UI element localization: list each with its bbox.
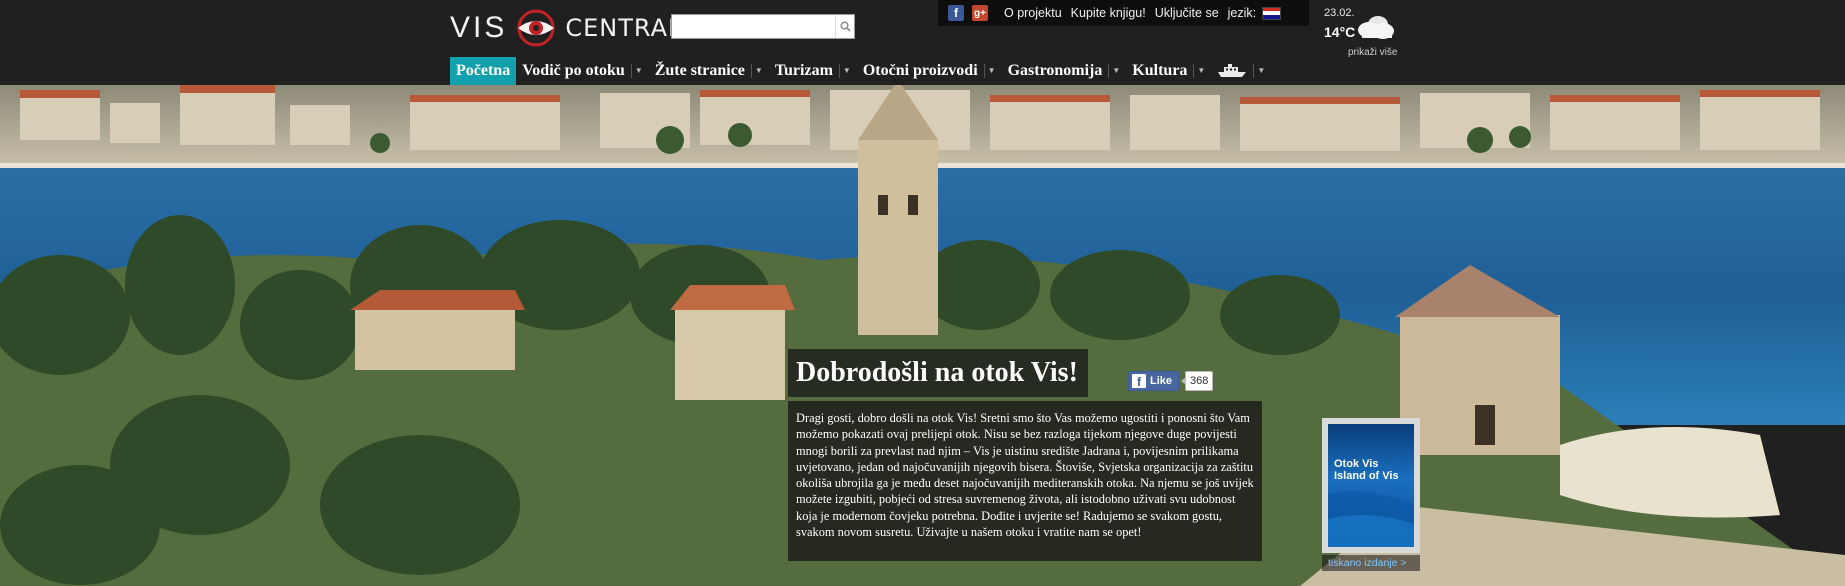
logo-text-vis: VIS (450, 11, 508, 44)
nav-item-culture[interactable]: Kultura ▼ (1126, 57, 1211, 85)
hero-banner: Dobrodošli na otok Vis! f Like 368 Dragi… (0, 85, 1845, 586)
link-get-involved[interactable]: Uključite se (1155, 6, 1219, 20)
weather-widget: 23.02. 14°C prikaži više (1318, 4, 1398, 60)
book-cover-art (1328, 490, 1414, 547)
nav-item-tourism[interactable]: Turizam ▼ (769, 57, 857, 85)
chevron-down-icon[interactable]: ▼ (750, 64, 763, 78)
welcome-title-box: Dobrodošli na otok Vis! (788, 349, 1088, 397)
chevron-down-icon[interactable]: ▼ (983, 64, 996, 78)
weather-date: 23.02. (1324, 7, 1355, 19)
language-label: jezik: (1227, 6, 1257, 20)
link-buy-book[interactable]: Kupite knjigu! (1071, 6, 1146, 20)
croatian-flag-icon[interactable] (1262, 6, 1282, 20)
facebook-like-button[interactable]: f Like (1128, 371, 1180, 391)
search-box (671, 14, 855, 39)
nav-item-label: Turizam (774, 62, 833, 79)
chevron-down-icon[interactable]: ▼ (1108, 64, 1120, 78)
nav-item-gastronomy[interactable]: Gastronomija ▼ (1002, 57, 1127, 85)
ferry-icon (1218, 64, 1247, 77)
chevron-down-icon[interactable]: ▼ (1253, 64, 1265, 78)
site-header: VIS CENTRAL f g+ O projektu Kupite knjig… (0, 0, 1845, 85)
eye-logo-icon (517, 9, 555, 47)
welcome-title: Dobrodošli na otok Vis! (796, 357, 1078, 388)
book-title-line-1: Otok Vis (1334, 458, 1379, 470)
book-cover-title: Otok Vis Island of Vis (1334, 458, 1399, 482)
link-about-project[interactable]: O projektu (1004, 6, 1062, 20)
welcome-paragraph: Dragi gosti, dobro došli na otok Vis! Sr… (796, 411, 1254, 540)
facebook-icon: f (1132, 374, 1146, 388)
nav-item-home[interactable]: Početna (450, 57, 517, 85)
nav-item-label: Otočni proizvodi (862, 62, 978, 79)
welcome-text-box: Dragi gosti, dobro došli na otok Vis! Sr… (788, 401, 1262, 561)
facebook-icon[interactable]: f (948, 5, 964, 21)
print-edition-link[interactable]: tiskano izdanje > (1322, 555, 1420, 571)
facebook-like-widget: f Like 368 (1128, 371, 1214, 391)
google-plus-icon[interactable]: g+ (972, 5, 988, 21)
weather-temperature: 14°C (1324, 24, 1356, 40)
search-button[interactable] (835, 15, 854, 38)
book-title-line-2: Island of Vis (1334, 470, 1399, 482)
weather-show-more-link[interactable]: prikaži više (1348, 47, 1397, 58)
search-icon (840, 21, 851, 32)
main-navigation: Početna Vodič po otoku ▼ Žute stranice ▼… (450, 57, 1271, 85)
top-utility-bar: f g+ O projektu Kupite knjigu! Uključite… (938, 0, 1309, 26)
nav-item-label: Kultura (1132, 62, 1188, 79)
cloud-icon (1358, 16, 1394, 39)
like-count: 368 (1180, 371, 1214, 391)
book-cover: Otok Vis Island of Vis (1328, 424, 1414, 547)
nav-item-label: Vodič po otoku (522, 62, 625, 79)
nav-item-yellow-pages[interactable]: Žute stranice ▼ (649, 57, 769, 85)
site-logo[interactable]: VIS CENTRAL (450, 8, 682, 48)
like-label: Like (1150, 375, 1173, 387)
chevron-down-icon[interactable]: ▼ (1193, 64, 1205, 78)
nav-item-label: Žute stranice (654, 62, 745, 79)
nav-item-island-products[interactable]: Otočni proizvodi ▼ (857, 57, 1002, 85)
logo-text-central: CENTRAL (565, 14, 683, 42)
book-thumbnail[interactable]: Otok Vis Island of Vis (1322, 418, 1420, 553)
chevron-down-icon[interactable]: ▼ (630, 64, 643, 78)
nav-item-label: Gastronomija (1007, 62, 1103, 79)
nav-item-island-guide[interactable]: Vodič po otoku ▼ (516, 57, 648, 85)
nav-item-ferry[interactable]: ▼ (1211, 57, 1271, 85)
chevron-down-icon[interactable]: ▼ (838, 64, 851, 78)
nav-item-label: Početna (456, 62, 511, 79)
search-input[interactable] (672, 15, 835, 38)
